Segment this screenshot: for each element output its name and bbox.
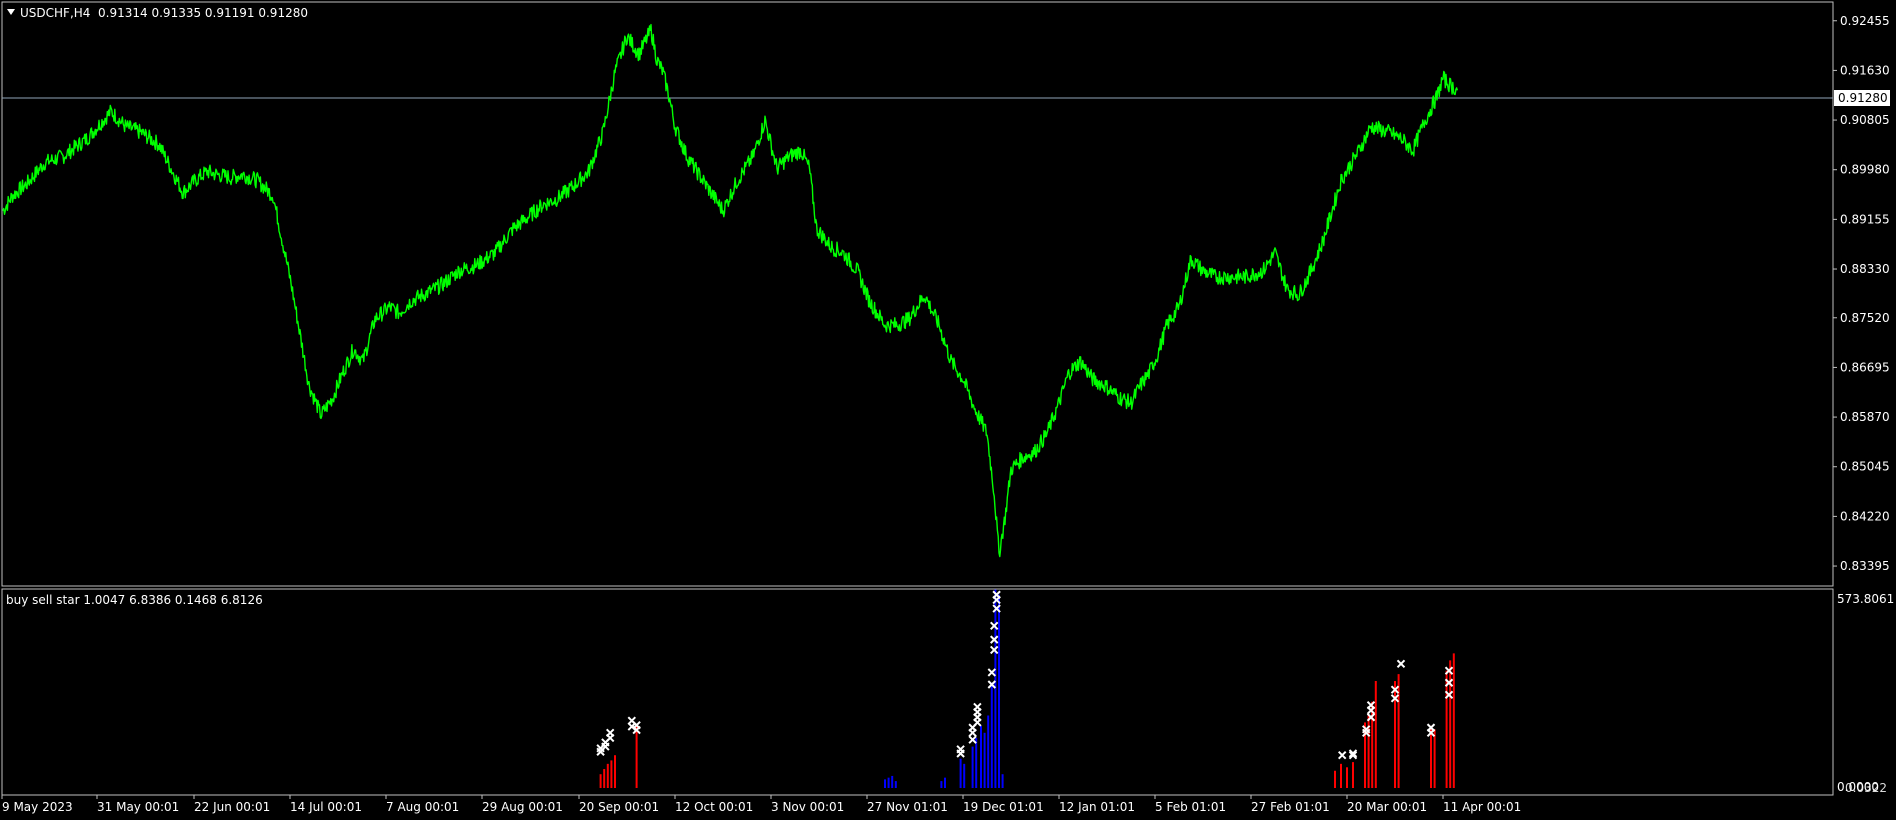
price-axis-tick-label: 0.89980 <box>1840 163 1890 177</box>
price-axis-tick-label: 0.88330 <box>1840 262 1890 276</box>
time-axis-tick-label: 3 Nov 00:01 <box>771 800 844 814</box>
time-axis-tick-label: 22 Jun 00:01 <box>194 800 270 814</box>
price-axis-tick-label: 0.85870 <box>1840 410 1890 424</box>
price-axis-tick-label: 0.84220 <box>1840 509 1890 523</box>
time-axis-tick-label: 12 Jan 01:01 <box>1059 800 1135 814</box>
time-axis-tick-label: 27 Nov 01:01 <box>867 800 948 814</box>
time-axis-tick-label: 27 Feb 01:01 <box>1251 800 1330 814</box>
time-axis-tick-label: 20 Mar 00:01 <box>1347 800 1427 814</box>
price-axis-tick-label: 0.92455 <box>1840 14 1890 28</box>
time-axis-tick-label: 5 Feb 01:01 <box>1155 800 1226 814</box>
price-axis-tick-label: 0.86695 <box>1840 360 1890 374</box>
time-axis-tick-label: 7 Aug 00:01 <box>386 800 459 814</box>
indicator-max-tick: 573.8061 <box>1837 592 1894 606</box>
time-axis-tick-label: 19 Dec 01:01 <box>963 800 1044 814</box>
time-axis-tick-label: 14 Jul 00:01 <box>290 800 362 814</box>
time-axis-tick-label: 29 Aug 00:01 <box>482 800 563 814</box>
time-axis-tick-label: 31 May 00:01 <box>97 800 179 814</box>
current-price-label: 0.91280 <box>1838 91 1888 105</box>
price-axis-tick-label: 0.89155 <box>1840 212 1890 226</box>
indicator-title: buy sell star 1.0047 6.8386 0.1468 6.812… <box>6 593 263 607</box>
price-axis-tick-label: 0.83395 <box>1840 559 1890 573</box>
price-axis-tick-label: 0.90805 <box>1840 113 1890 127</box>
price-axis-tick-label: 0.91630 <box>1840 63 1890 77</box>
price-axis-tick-label: 0.85045 <box>1840 460 1890 474</box>
time-axis-tick-label: 9 May 2023 <box>2 800 73 814</box>
indicator-min-tick-overlap: 0.0322 <box>1845 781 1887 795</box>
price-panel-title: USDCHF,H4 0.91314 0.91335 0.91191 0.9128… <box>20 6 308 20</box>
time-axis-tick-label: 11 Apr 00:01 <box>1443 800 1521 814</box>
time-axis-tick-label: 20 Sep 00:01 <box>579 800 659 814</box>
chart-background <box>0 0 1896 820</box>
time-axis-tick-label: 12 Oct 00:01 <box>675 800 753 814</box>
terminal-chart-window: USDCHF,H4 0.91314 0.91335 0.91191 0.9128… <box>0 0 1896 820</box>
price-axis-tick-label: 0.87520 <box>1840 311 1890 325</box>
